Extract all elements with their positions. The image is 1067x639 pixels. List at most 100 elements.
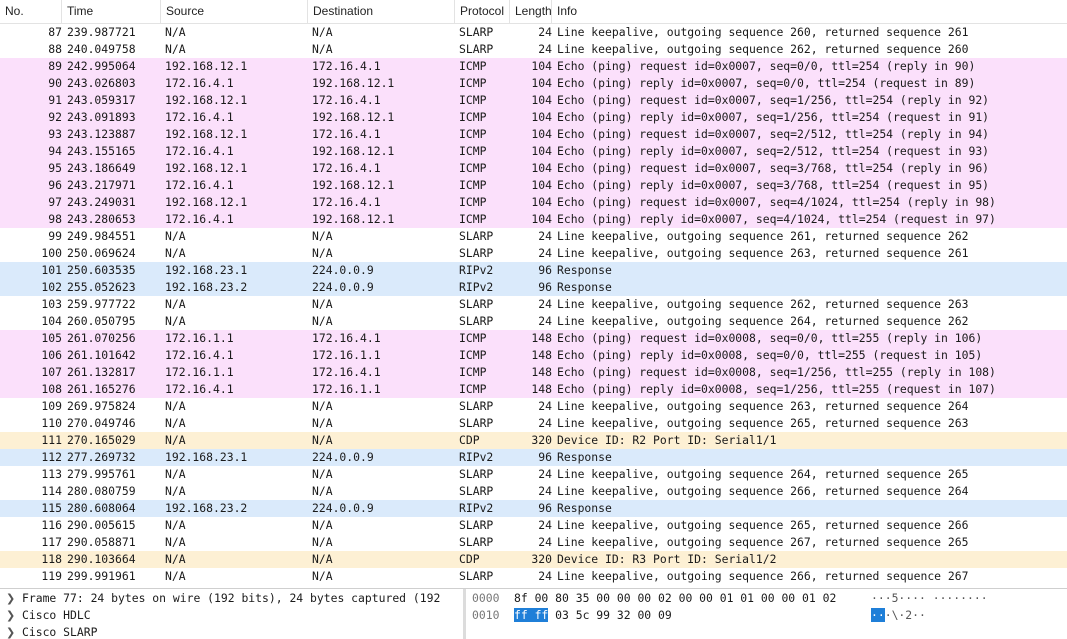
packet-source: 192.168.12.1 xyxy=(165,195,248,209)
packet-row[interactable]: 91 243.059317 192.168.12.1 172.16.4.1 ICMP 10… xyxy=(0,92,1067,109)
column-header-info[interactable]: Info xyxy=(552,0,1067,23)
packet-row[interactable]: 117 290.058871 N/A N/A SLARP 24 Line keepalive… xyxy=(0,534,1067,551)
packet-no: 106 xyxy=(41,348,62,362)
packet-protocol: RIPv2 xyxy=(459,280,494,294)
packet-destination: N/A xyxy=(312,42,333,56)
hex-ascii[interactable]: ···\·2·· xyxy=(871,607,926,624)
packet-time: 243.155165 xyxy=(67,144,136,158)
hex-ascii-rest[interactable]: ···5···· ········ xyxy=(871,591,988,605)
column-header-protocol[interactable]: Protocol xyxy=(455,0,510,23)
packet-row[interactable]: 95 243.186649 192.168.12.1 172.16.4.1 ICMP 10… xyxy=(0,160,1067,177)
packet-source: N/A xyxy=(165,314,186,328)
packet-row[interactable]: 103 259.977722 N/A N/A SLARP 24 Line keepalive… xyxy=(0,296,1067,313)
packet-destination: 192.168.12.1 xyxy=(312,178,395,192)
packet-row[interactable]: 116 290.005615 N/A N/A SLARP 24 Line keepalive… xyxy=(0,517,1067,534)
packet-row[interactable]: 109 269.975824 N/A N/A SLARP 24 Line keepalive… xyxy=(0,398,1067,415)
hex-bytes[interactable]: ff ff 03 5c 99 32 00 09 xyxy=(514,607,672,624)
packet-info: Line keepalive, outgoing sequence 260, r… xyxy=(557,25,969,39)
packet-row[interactable]: 93 243.123887 192.168.12.1 172.16.4.1 ICMP 10… xyxy=(0,126,1067,143)
packet-row[interactable]: 101 250.603535 192.168.23.1 224.0.0.9 RIPv2 9… xyxy=(0,262,1067,279)
packet-row[interactable]: 92 243.091893 172.16.4.1 192.168.12.1 ICMP 10… xyxy=(0,109,1067,126)
packet-row[interactable]: 96 243.217971 172.16.4.1 192.168.12.1 ICMP 10… xyxy=(0,177,1067,194)
packet-no: 91 xyxy=(48,93,62,107)
chevron-right-icon[interactable]: ❯ xyxy=(6,624,15,639)
packet-row[interactable]: 87 239.987721 N/A N/A SLARP 24 Line keepalive,… xyxy=(0,24,1067,41)
packet-time: 290.103664 xyxy=(67,552,136,566)
packet-info: Line keepalive, outgoing sequence 264, r… xyxy=(557,314,969,328)
hex-bytes[interactable]: 8f 00 80 35 00 00 00 02 00 00 01 01 00 0… xyxy=(514,590,836,607)
packet-no: 97 xyxy=(48,195,62,209)
packet-time: 261.132817 xyxy=(67,365,136,379)
chevron-right-icon[interactable]: ❯ xyxy=(6,607,15,624)
packet-info: Device ID: R2 Port ID: Serial1/1 xyxy=(557,433,777,447)
packet-row[interactable]: 110 270.049746 N/A N/A SLARP 24 Line keepalive… xyxy=(0,415,1067,432)
column-header-length[interactable]: Length xyxy=(510,0,552,23)
packet-row[interactable]: 88 240.049758 N/A N/A SLARP 24 Line keepalive,… xyxy=(0,41,1067,58)
packet-row[interactable]: 94 243.155165 172.16.4.1 192.168.12.1 ICMP 10… xyxy=(0,143,1067,160)
packet-length: 24 xyxy=(538,246,552,260)
hex-bytes-rest[interactable]: 8f 00 80 35 00 00 00 02 00 00 01 01 00 0… xyxy=(514,591,836,605)
packet-destination: 224.0.0.9 xyxy=(312,450,374,464)
packet-destination: 224.0.0.9 xyxy=(312,280,374,294)
column-header-no[interactable]: No. xyxy=(0,0,62,23)
packet-source: 172.16.4.1 xyxy=(165,212,234,226)
packet-time: 243.280653 xyxy=(67,212,136,226)
packet-protocol: SLARP xyxy=(459,467,494,481)
packet-info: Line keepalive, outgoing sequence 266, r… xyxy=(557,484,969,498)
packet-time: 261.070256 xyxy=(67,331,136,345)
packet-no: 98 xyxy=(48,212,62,226)
packet-time: 290.005615 xyxy=(67,518,136,532)
packet-row[interactable]: 99 249.984551 N/A N/A SLARP 24 Line keepalive,… xyxy=(0,228,1067,245)
packet-length: 24 xyxy=(538,297,552,311)
packet-length: 104 xyxy=(531,110,552,124)
packet-row[interactable]: 118 290.103664 N/A N/A CDP 320 Device ID: R3 P… xyxy=(0,551,1067,568)
packet-row[interactable]: 105 261.070256 172.16.1.1 172.16.4.1 ICMP 148… xyxy=(0,330,1067,347)
packet-row[interactable]: 115 280.608064 192.168.23.2 224.0.0.9 RIPv2 9… xyxy=(0,500,1067,517)
chevron-right-icon[interactable]: ❯ xyxy=(6,590,15,607)
packet-row[interactable]: 90 243.026803 172.16.4.1 192.168.12.1 ICMP 10… xyxy=(0,75,1067,92)
packet-info: Line keepalive, outgoing sequence 262, r… xyxy=(557,42,969,56)
packet-length: 148 xyxy=(531,331,552,345)
packet-row[interactable]: 107 261.132817 172.16.1.1 172.16.4.1 ICMP 148… xyxy=(0,364,1067,381)
packet-protocol: SLARP xyxy=(459,399,494,413)
packet-no: 116 xyxy=(41,518,62,532)
packet-row[interactable]: 119 299.991961 N/A N/A SLARP 24 Line keepalive… xyxy=(0,568,1067,585)
packet-row[interactable]: 106 261.101642 172.16.4.1 172.16.1.1 ICMP 148… xyxy=(0,347,1067,364)
column-header-source[interactable]: Source xyxy=(161,0,308,23)
packet-row[interactable]: 111 270.165029 N/A N/A CDP 320 Device ID: R2 P… xyxy=(0,432,1067,449)
packet-time: 243.059317 xyxy=(67,93,136,107)
packet-no: 111 xyxy=(41,433,62,447)
packet-row[interactable]: 114 280.080759 N/A N/A SLARP 24 Line keepalive… xyxy=(0,483,1067,500)
packet-no: 118 xyxy=(41,552,62,566)
hex-bytes-rest[interactable]: 03 5c 99 32 00 09 xyxy=(548,608,672,622)
column-header-time[interactable]: Time xyxy=(62,0,161,23)
packet-row[interactable]: 104 260.050795 N/A N/A SLARP 24 Line keepalive… xyxy=(0,313,1067,330)
packet-row[interactable]: 102 255.052623 192.168.23.2 224.0.0.9 RIPv2 9… xyxy=(0,279,1067,296)
column-header-destination[interactable]: Destination xyxy=(308,0,455,23)
hex-ascii-selected[interactable]: ·· xyxy=(871,608,885,622)
packet-info: Response xyxy=(557,501,612,515)
packet-row[interactable]: 112 277.269732 192.168.23.1 224.0.0.9 RIPv2 9… xyxy=(0,449,1067,466)
packet-length: 104 xyxy=(531,161,552,175)
hex-ascii-rest[interactable]: ·\·2·· xyxy=(885,608,926,622)
packet-row[interactable]: 100 250.069624 N/A N/A SLARP 24 Line keepalive… xyxy=(0,245,1067,262)
packet-row[interactable]: 89 242.995064 192.168.12.1 172.16.4.1 ICMP 10… xyxy=(0,58,1067,75)
hex-ascii[interactable]: ···5···· ········ xyxy=(871,590,988,607)
packet-protocol: RIPv2 xyxy=(459,501,494,515)
packet-protocol: SLARP xyxy=(459,416,494,430)
packet-row[interactable]: 97 243.249031 192.168.12.1 172.16.4.1 ICMP 10… xyxy=(0,194,1067,211)
packet-length: 104 xyxy=(531,178,552,192)
packet-row[interactable]: 108 261.165276 172.16.4.1 172.16.1.1 ICMP 148… xyxy=(0,381,1067,398)
packet-row[interactable]: 98 243.280653 172.16.4.1 192.168.12.1 ICMP 10… xyxy=(0,211,1067,228)
packet-row[interactable]: 113 279.995761 N/A N/A SLARP 24 Line keepalive… xyxy=(0,466,1067,483)
packet-time: 279.995761 xyxy=(67,467,136,481)
packet-time: 240.049758 xyxy=(67,42,136,56)
packet-no: 119 xyxy=(41,569,62,583)
packet-no: 89 xyxy=(48,59,62,73)
packet-source: 172.16.4.1 xyxy=(165,178,234,192)
packet-time: 249.984551 xyxy=(67,229,136,243)
hex-bytes-selected[interactable]: ff ff xyxy=(514,608,549,622)
packet-destination: N/A xyxy=(312,535,333,549)
packet-destination: 172.16.4.1 xyxy=(312,195,381,209)
packet-info: Response xyxy=(557,450,612,464)
